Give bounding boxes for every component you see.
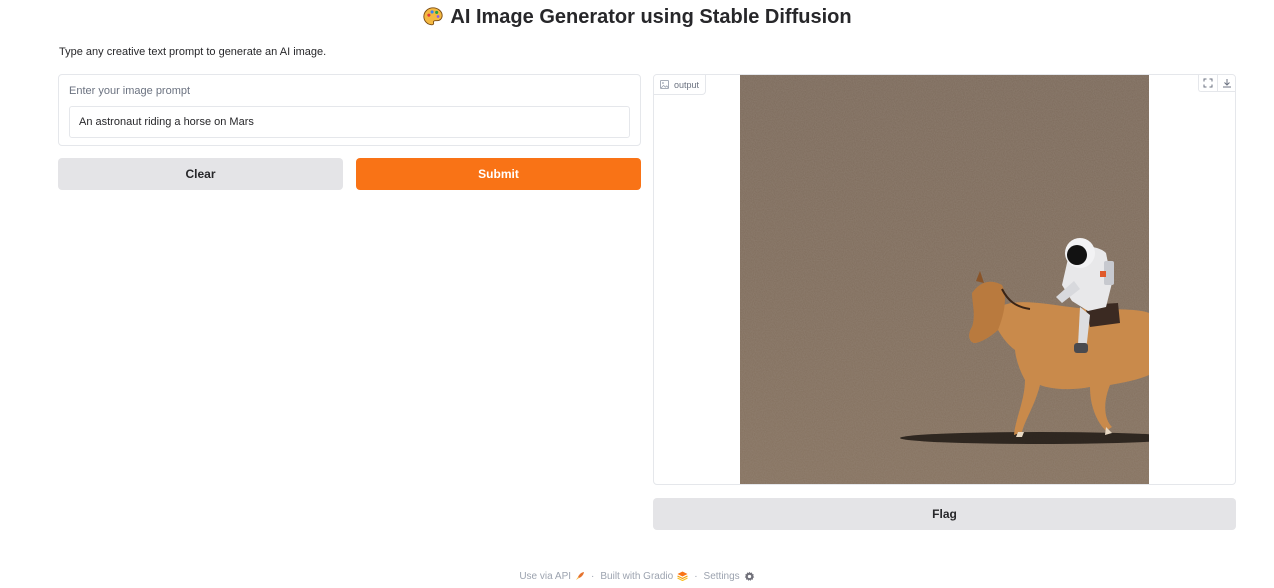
output-image-panel: output (653, 74, 1236, 485)
gradio-link-label: Built with Gradio (600, 570, 674, 582)
download-icon[interactable] (1217, 75, 1235, 91)
generated-image (740, 75, 1149, 484)
page-header: AI Image Generator using Stable Diffusio… (0, 4, 1274, 30)
output-toolbar (1198, 75, 1235, 92)
app-description: Type any creative text prompt to generat… (59, 46, 327, 58)
settings-link[interactable]: Settings (704, 571, 755, 582)
output-label: output (674, 79, 700, 90)
footer: Use via API · Built with Gradio · Settin… (0, 568, 1274, 584)
footer-separator: · (591, 570, 595, 582)
clear-button[interactable]: Clear (58, 158, 343, 190)
gradio-link[interactable]: Built with Gradio (600, 571, 688, 582)
page-title: AI Image Generator using Stable Diffusio… (450, 5, 852, 28)
prompt-label: Enter your image prompt (69, 85, 191, 97)
api-link[interactable]: Use via API (519, 571, 585, 582)
gear-icon (744, 571, 754, 581)
gradio-logo-icon (677, 571, 688, 581)
artist-palette-icon (423, 7, 444, 26)
settings-link-label: Settings (703, 570, 740, 582)
output-label-tab: output (654, 75, 707, 95)
prompt-input[interactable] (69, 106, 630, 138)
footer-separator: · (694, 570, 698, 582)
api-link-label: Use via API (519, 570, 572, 582)
rocket-icon (576, 572, 585, 580)
image-icon (660, 80, 669, 89)
submit-button[interactable]: Submit (356, 158, 641, 190)
fullscreen-icon[interactable] (1199, 75, 1217, 91)
flag-button[interactable]: Flag (653, 498, 1236, 530)
prompt-textbox-container: Enter your image prompt (58, 74, 641, 146)
